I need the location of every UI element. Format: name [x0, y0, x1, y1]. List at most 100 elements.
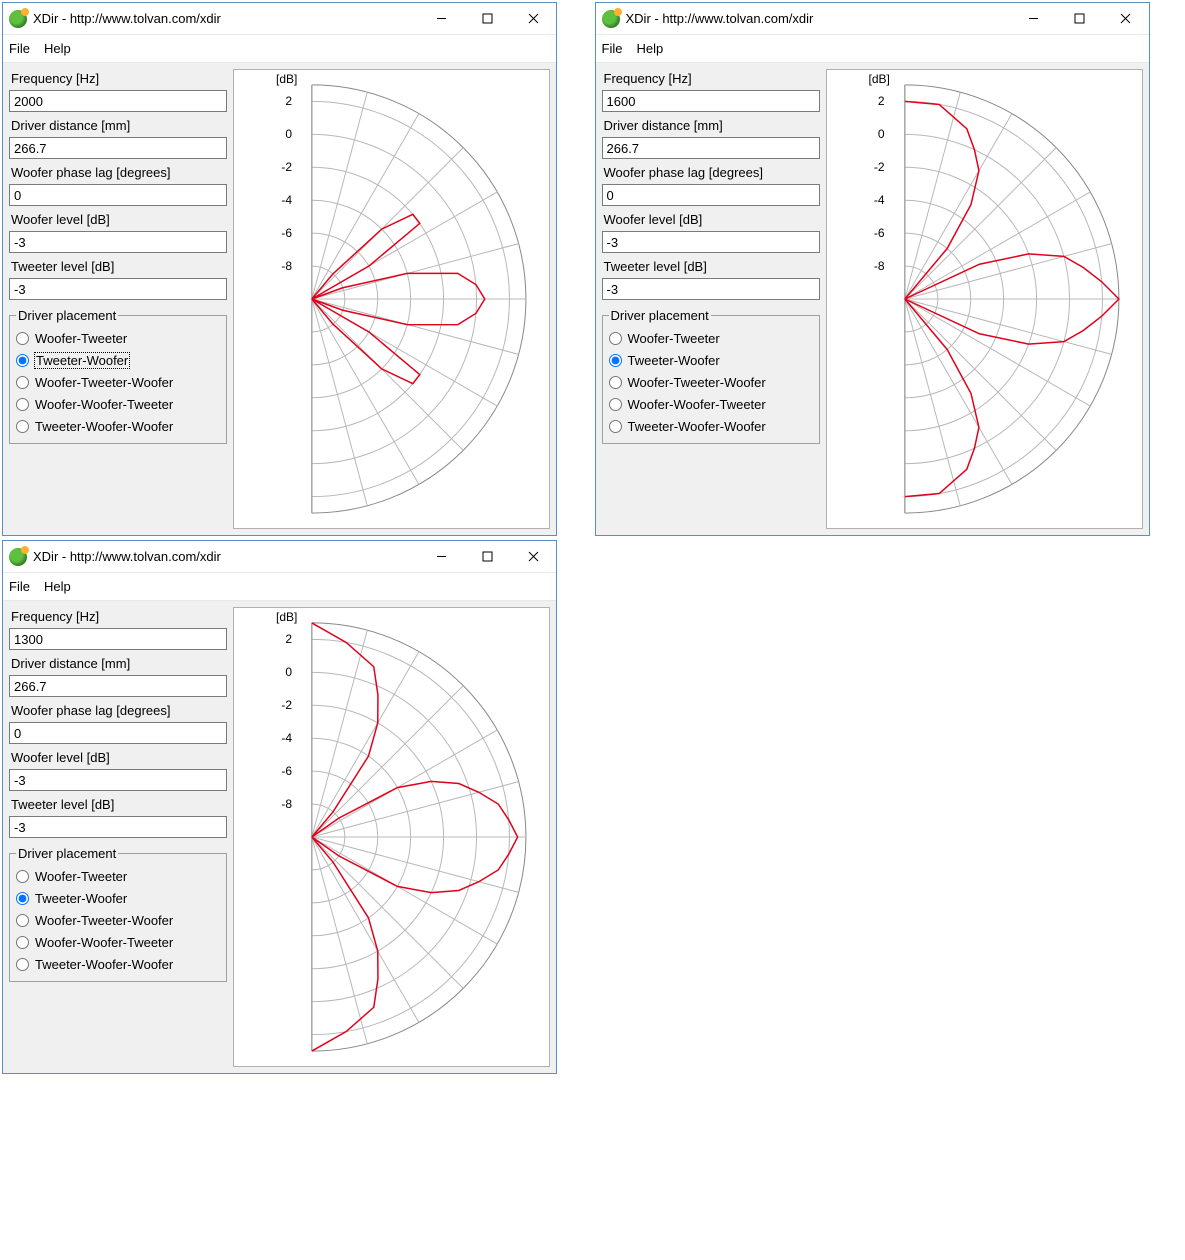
menubar: File Help — [596, 35, 1149, 63]
woofer-level-input[interactable] — [602, 231, 820, 253]
placement-option[interactable]: Tweeter-Woofer — [16, 887, 220, 909]
menu-file[interactable]: File — [602, 41, 623, 56]
placement-option[interactable]: Woofer-Tweeter — [16, 865, 220, 887]
maximize-icon — [482, 13, 493, 24]
close-button[interactable] — [510, 3, 556, 35]
titlebar[interactable]: XDir - http://www.tolvan.com/xdir — [3, 541, 556, 573]
client-area: Frequency [Hz] Driver distance [mm] Woof… — [3, 601, 556, 1073]
radio-input[interactable] — [609, 354, 622, 367]
phase-input[interactable] — [602, 184, 820, 206]
radio-input[interactable] — [16, 332, 29, 345]
close-icon — [1120, 13, 1131, 24]
placement-option[interactable]: Tweeter-Woofer — [16, 349, 220, 371]
placement-label: Tweeter-Woofer-Woofer — [35, 957, 173, 972]
distance-input[interactable] — [9, 137, 227, 159]
menu-file[interactable]: File — [9, 579, 30, 594]
maximize-button[interactable] — [1057, 3, 1103, 35]
tweeter-level-input[interactable] — [602, 278, 820, 300]
placement-option[interactable]: Tweeter-Woofer-Woofer — [609, 415, 813, 437]
placement-label: Tweeter-Woofer — [628, 353, 720, 368]
placement-group: Driver placement Woofer-Tweeter Tweeter-… — [602, 308, 820, 444]
minimize-button[interactable] — [418, 541, 464, 573]
distance-input[interactable] — [9, 675, 227, 697]
distance-label: Driver distance [mm] — [9, 654, 227, 671]
app-window: XDir - http://www.tolvan.com/xdir File H… — [2, 2, 557, 536]
placement-label: Tweeter-Woofer-Woofer — [628, 419, 766, 434]
close-icon — [528, 551, 539, 562]
radio-input[interactable] — [16, 354, 29, 367]
radio-input[interactable] — [609, 398, 622, 411]
app-icon — [9, 10, 27, 28]
placement-label: Tweeter-Woofer-Woofer — [35, 419, 173, 434]
radio-input[interactable] — [16, 420, 29, 433]
close-icon — [528, 13, 539, 24]
minimize-icon — [436, 551, 447, 562]
minimize-button[interactable] — [418, 3, 464, 35]
placement-option[interactable]: Woofer-Tweeter-Woofer — [16, 909, 220, 931]
frequency-input[interactable] — [602, 90, 820, 112]
frequency-label: Frequency [Hz] — [9, 69, 227, 86]
close-button[interactable] — [510, 541, 556, 573]
radio-input[interactable] — [609, 376, 622, 389]
maximize-icon — [482, 551, 493, 562]
placement-label: Woofer-Woofer-Tweeter — [35, 935, 173, 950]
placement-option[interactable]: Woofer-Woofer-Tweeter — [16, 931, 220, 953]
placement-option[interactable]: Woofer-Woofer-Tweeter — [609, 393, 813, 415]
menu-help[interactable]: Help — [44, 579, 71, 594]
phase-input[interactable] — [9, 184, 227, 206]
polar-plot: [dB] 20-2-4-6-8 — [233, 69, 550, 529]
placement-option[interactable]: Woofer-Tweeter — [609, 327, 813, 349]
frequency-input[interactable] — [9, 90, 227, 112]
woofer-level-input[interactable] — [9, 231, 227, 253]
radio-input[interactable] — [16, 914, 29, 927]
menu-help[interactable]: Help — [636, 41, 663, 56]
placement-option[interactable]: Woofer-Woofer-Tweeter — [16, 393, 220, 415]
app-window: XDir - http://www.tolvan.com/xdir File H… — [595, 2, 1150, 536]
maximize-button[interactable] — [464, 3, 510, 35]
radio-input[interactable] — [16, 958, 29, 971]
app-window: XDir - http://www.tolvan.com/xdir File H… — [2, 540, 557, 1074]
placement-option[interactable]: Tweeter-Woofer-Woofer — [16, 953, 220, 975]
close-button[interactable] — [1103, 3, 1149, 35]
distance-input[interactable] — [602, 137, 820, 159]
placement-label: Woofer-Tweeter-Woofer — [35, 375, 173, 390]
titlebar[interactable]: XDir - http://www.tolvan.com/xdir — [596, 3, 1149, 35]
maximize-button[interactable] — [464, 541, 510, 573]
polar-plot-svg — [827, 70, 1142, 528]
window-title: XDir - http://www.tolvan.com/xdir — [626, 11, 814, 26]
radio-input[interactable] — [16, 870, 29, 883]
placement-legend: Driver placement — [16, 308, 118, 323]
tweeter-level-input[interactable] — [9, 278, 227, 300]
radio-input[interactable] — [16, 892, 29, 905]
placement-option[interactable]: Woofer-Tweeter-Woofer — [609, 371, 813, 393]
placement-group: Driver placement Woofer-Tweeter Tweeter-… — [9, 308, 227, 444]
menu-help[interactable]: Help — [44, 41, 71, 56]
radio-input[interactable] — [609, 332, 622, 345]
menubar: File Help — [3, 35, 556, 63]
phase-label: Woofer phase lag [degrees] — [9, 701, 227, 718]
minimize-icon — [1028, 13, 1039, 24]
placement-option[interactable]: Woofer-Tweeter — [16, 327, 220, 349]
placement-option[interactable]: Woofer-Tweeter-Woofer — [16, 371, 220, 393]
radio-input[interactable] — [609, 420, 622, 433]
placement-option[interactable]: Tweeter-Woofer — [609, 349, 813, 371]
placement-option[interactable]: Tweeter-Woofer-Woofer — [16, 415, 220, 437]
minimize-button[interactable] — [1011, 3, 1057, 35]
phase-input[interactable] — [9, 722, 227, 744]
placement-label: Woofer-Woofer-Tweeter — [35, 397, 173, 412]
radio-input[interactable] — [16, 376, 29, 389]
placement-label: Woofer-Tweeter — [35, 331, 127, 346]
placement-legend: Driver placement — [609, 308, 711, 323]
woofer-level-label: Woofer level [dB] — [9, 748, 227, 765]
app-icon — [9, 548, 27, 566]
radio-input[interactable] — [16, 398, 29, 411]
client-area: Frequency [Hz] Driver distance [mm] Woof… — [596, 63, 1149, 535]
frequency-input[interactable] — [9, 628, 227, 650]
woofer-level-input[interactable] — [9, 769, 227, 791]
controls-panel: Frequency [Hz] Driver distance [mm] Woof… — [9, 607, 227, 1067]
radio-input[interactable] — [16, 936, 29, 949]
titlebar[interactable]: XDir - http://www.tolvan.com/xdir — [3, 3, 556, 35]
tweeter-level-input[interactable] — [9, 816, 227, 838]
menu-file[interactable]: File — [9, 41, 30, 56]
app-icon — [602, 10, 620, 28]
